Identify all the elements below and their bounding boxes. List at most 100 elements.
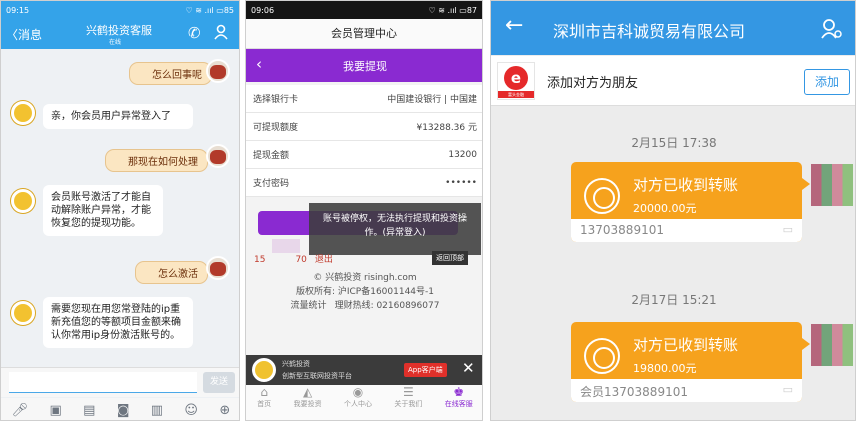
bank-card-row[interactable]: 选择银行卡 中国建设银行 | 中国建 [246, 85, 482, 113]
message-input[interactable] [9, 372, 197, 393]
wechat-chat-panel: ← 深圳市吉科诚贸易有限公司 e 富头金融 添加对方为朋友 添加 2月15日 1… [490, 0, 856, 421]
app-logo [252, 358, 276, 382]
wechat-header: ← 深圳市吉科诚贸易有限公司 [491, 1, 855, 55]
withdraw-header: ‹ 我要提现 [246, 49, 482, 82]
input-bar: 发送 [1, 367, 239, 397]
app-name: 兴鹤投资 [282, 360, 310, 368]
close-icon[interactable]: ✕ [462, 359, 475, 377]
transfer-title: 对方已收到转账 [633, 336, 739, 354]
emoji-icon[interactable]: ☺ [184, 403, 198, 418]
message-bubble-in: 需要您现在用您常登陆的ip重新充值您的等额项目金额来确认你常用ip身份激活账号的… [43, 297, 193, 348]
chat-title: 兴鹤投资客服 [86, 24, 152, 37]
back-button[interactable]: 〈消息 [6, 26, 42, 43]
nav-home[interactable]: ⌂ 首页 [257, 385, 271, 420]
nav-about[interactable]: ☰ 关于我们 [394, 385, 422, 420]
status-icons: ♡ ≋ .ııl ▭87 [428, 5, 477, 15]
transfer-card[interactable]: 对方已收到转账 19800.00元 会员13703889101 ▭ [571, 322, 802, 402]
image-icon[interactable]: ▣ [50, 403, 62, 418]
microphone-icon[interactable]: 🎤︎ [12, 403, 29, 418]
card-icon: ▭ [782, 223, 793, 236]
person-icon: ◉ [352, 385, 364, 399]
contact-settings-icon[interactable] [821, 18, 843, 40]
field-value: •••••• [445, 177, 477, 188]
add-friend-text: 添加对方为朋友 [547, 76, 639, 91]
blurred-avatar [272, 239, 300, 253]
message-time: 2月17日 15:21 [631, 293, 717, 307]
plus-icon[interactable]: ⊕ [219, 403, 230, 418]
page-title: 会员管理中心 [246, 19, 482, 49]
add-friend-bar: e 富头金融 添加对方为朋友 添加 [491, 56, 855, 106]
nav-service[interactable]: ♚ 在线客服 [445, 385, 473, 420]
withdraw-title: 我要提现 [343, 60, 387, 73]
bottom-nav: ⌂ 首页 ◭ 我要投资 ◉ 个人中心 ☰ 关于我们 ♚ 在线客服 [246, 385, 482, 420]
error-toast: 账号被停权，无法执行提现和投资操作。(异常登入) [309, 203, 481, 255]
field-label: 提现金额 [253, 151, 290, 161]
sender-avatar[interactable] [811, 164, 853, 206]
transfer-sender: 13703889101 [580, 223, 664, 237]
company-logo: e 富头金融 [497, 62, 535, 100]
chat-panel: 09:15 ♡ ≋ .ııl ▭85 〈消息 兴鹤投资客服 在线 ✆ 怎么回事呢… [0, 0, 240, 421]
chat-subtitle: 在线 [109, 39, 122, 46]
message-bubble-in: 会员账号激活了才能自动解除账户异常，才能恢复您的提现功能。 [43, 185, 163, 236]
invest-icon: ◭ [302, 385, 313, 399]
site-footer: © 兴鹤投资 risingh.com 版权所有: 沪ICP备16001144号-… [246, 271, 482, 313]
stats-link[interactable]: 流量统计 [291, 301, 327, 311]
message-bubble-out: 那现在如何处理 [105, 149, 208, 172]
field-value: ¥13288.36 元 [416, 123, 477, 133]
icp-number: 版权所有: 沪ICP备16001144号-1 [295, 287, 435, 297]
member-center-panel: 09:06 ♡ ≋ .ııl ▭87 会员管理中心 ‹ 我要提现 选择银行卡 中国… [245, 0, 483, 421]
withdraw-amount-row[interactable]: 提现金额 13200 [246, 141, 482, 169]
gift-icon[interactable]: ▥ [151, 403, 163, 418]
home-icon: ⌂ [260, 385, 268, 399]
nav-invest[interactable]: ◭ 我要投资 [294, 385, 322, 420]
logout-link[interactable]: 退出 [315, 255, 333, 265]
message-text: 那现在如何处理 [128, 157, 198, 168]
status-icons: ♡ ≋ .ııl ▭85 [185, 5, 234, 15]
nav-personal[interactable]: ◉ 个人中心 [344, 385, 372, 420]
user-avatar [206, 144, 230, 168]
field-label: 支付密码 [253, 179, 290, 189]
profile-icon[interactable] [214, 24, 228, 40]
back-arrow-icon[interactable]: ← [505, 13, 523, 38]
message-text: 需要您现在用您常登陆的ip重新充值您的等额项目金额来确认你常用ip身份激活账号的… [51, 304, 181, 341]
service-avatar [11, 101, 35, 125]
transfer-coin-icon [584, 178, 620, 214]
password-row[interactable]: 支付密码 •••••• [246, 169, 482, 197]
list-icon: ☰ [402, 385, 414, 399]
message-text: 怎么回事呢 [152, 70, 202, 81]
transfer-card[interactable]: 对方已收到转账 20000.00元 13703889101 ▭ [571, 162, 802, 242]
app-download-button[interactable]: App客户端 [404, 363, 447, 377]
phone-icon[interactable]: ✆ [188, 24, 201, 42]
hotline: 理财热线: 02160896077 [334, 301, 440, 311]
sender-avatar[interactable] [811, 324, 853, 366]
field-label: 选择银行卡 [253, 95, 299, 105]
card-icon: ▭ [782, 383, 793, 396]
bubble-tail [802, 338, 810, 350]
message-text: 亲，你会员用户异常登入了 [51, 111, 171, 122]
message-time: 2月15日 17:38 [631, 136, 717, 150]
message-text: 会员账号激活了才能自动解除账户异常，才能恢复您的提现功能。 [51, 192, 151, 229]
camera-icon[interactable]: ◙ [117, 403, 130, 418]
user-avatar [206, 59, 230, 83]
bubble-tail [802, 178, 810, 190]
user-line: 15 70 退出 [254, 255, 333, 265]
video-icon[interactable]: ▤ [83, 403, 95, 418]
service-avatar [11, 189, 35, 213]
app-slogan: 创新型互联网投资平台 [282, 372, 352, 380]
add-friend-button[interactable]: 添加 [804, 69, 850, 95]
transfer-sender: 会员13703889101 [580, 385, 688, 399]
back-to-top-button[interactable]: 返回顶部 [432, 251, 468, 265]
service-icon: ♚ [453, 385, 465, 399]
status-time: 09:06 [251, 5, 275, 15]
message-bubble-out: 怎么回事呢 [129, 62, 212, 85]
transfer-amount: 20000.00元 [633, 202, 697, 215]
copyright: © 兴鹤投资 risingh.com [313, 273, 417, 283]
field-value: 中国建设银行 | 中国建 [387, 95, 477, 105]
transfer-coin-icon [584, 338, 620, 374]
chat-header: 09:15 ♡ ≋ .ııl ▭85 〈消息 兴鹤投资客服 在线 ✆ [1, 1, 239, 49]
field-value: 13200 [448, 149, 477, 160]
message-bubble-out: 怎么激活 [135, 261, 208, 284]
send-button[interactable]: 发送 [203, 372, 235, 393]
transfer-amount: 19800.00元 [633, 362, 697, 375]
message-text: 怎么激活 [158, 269, 198, 280]
